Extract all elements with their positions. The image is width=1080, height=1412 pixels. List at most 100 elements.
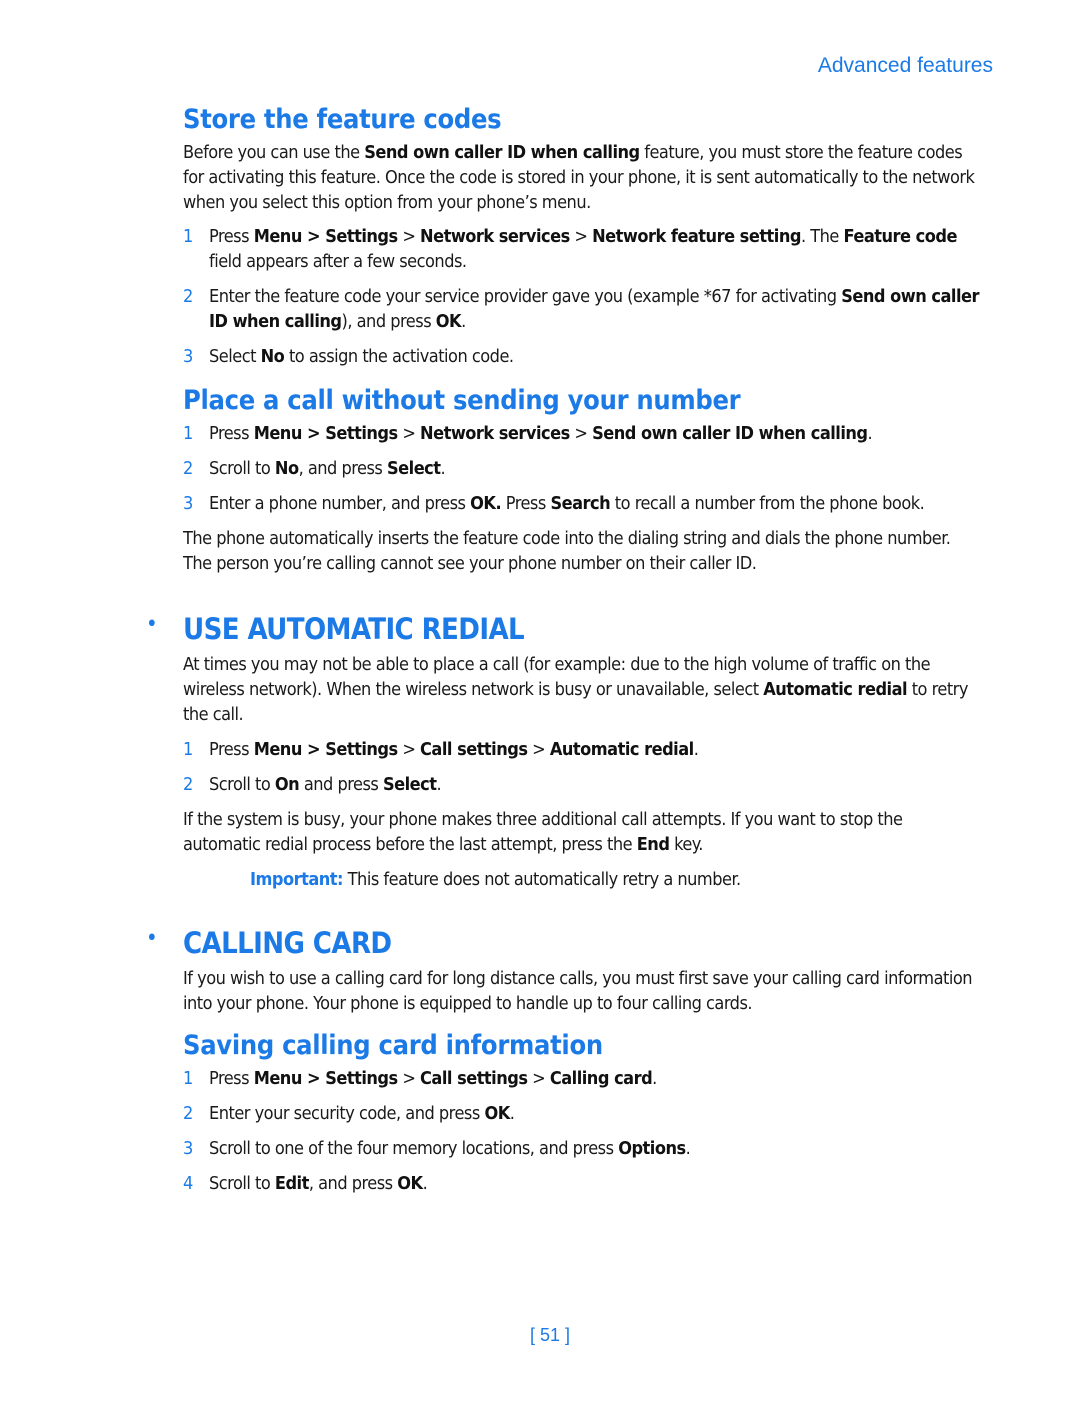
text: Before you can use the bbox=[183, 142, 365, 163]
separator: > bbox=[527, 739, 550, 760]
bullet-icon: • bbox=[146, 612, 158, 637]
menu-term: Search bbox=[550, 493, 611, 514]
text: Enter a phone number, and press bbox=[209, 493, 471, 514]
menu-term: Automatic redial bbox=[549, 739, 694, 760]
section-intro: At times you may not be able to place a … bbox=[183, 652, 983, 727]
text: Scroll to bbox=[209, 774, 275, 795]
section-outro: If the system is busy, your phone makes … bbox=[183, 807, 983, 857]
text: , and press bbox=[298, 458, 387, 479]
bold-term: Automatic redial bbox=[763, 679, 908, 700]
step-number: 3 bbox=[183, 346, 193, 367]
separator: > bbox=[569, 226, 593, 247]
menu-term: OK. bbox=[470, 493, 502, 514]
menu-term: Settings bbox=[325, 226, 398, 247]
text: . bbox=[461, 311, 466, 332]
text: . bbox=[422, 1173, 428, 1194]
menu-term: OK bbox=[484, 1103, 510, 1124]
menu-term: Calling card bbox=[549, 1068, 653, 1089]
menu-term: No bbox=[260, 346, 285, 367]
menu-term: Settings bbox=[325, 739, 398, 760]
text: Enter the feature code your service prov… bbox=[209, 286, 842, 307]
step-number: 1 bbox=[183, 226, 193, 247]
text: . bbox=[509, 1103, 515, 1124]
step-number: 2 bbox=[183, 774, 193, 795]
step-number: 4 bbox=[183, 1173, 193, 1194]
text: to assign the activation code. bbox=[284, 346, 514, 367]
section-intro: Before you can use the Send own caller I… bbox=[183, 140, 983, 215]
step-number: 1 bbox=[183, 739, 193, 760]
bold-term: End bbox=[636, 834, 670, 855]
step-number: 3 bbox=[183, 1138, 193, 1159]
menu-term: OK bbox=[397, 1173, 423, 1194]
important-note: Important: This feature does not automat… bbox=[183, 867, 983, 892]
separator: > bbox=[527, 1068, 550, 1089]
section-title: Place a call without sending your number bbox=[183, 385, 741, 416]
section-title: Store the feature codes bbox=[183, 104, 502, 135]
step-item: 2 Scroll to On and press Select. bbox=[183, 772, 983, 797]
text: . bbox=[440, 458, 446, 479]
step-item: 3 Enter a phone number, and press OK. Pr… bbox=[183, 491, 983, 516]
section-intro: If you wish to use a calling card for lo… bbox=[183, 968, 973, 1014]
menu-term: Options bbox=[618, 1138, 686, 1159]
running-head: Advanced features bbox=[817, 54, 993, 77]
bullet-icon: • bbox=[146, 926, 158, 951]
step-item: 1 Press Menu > Settings > Call settings … bbox=[183, 737, 983, 762]
menu-term: Settings bbox=[325, 423, 398, 444]
separator: > bbox=[301, 739, 326, 760]
menu-term: Select bbox=[382, 774, 437, 795]
menu-term: No bbox=[274, 458, 299, 479]
text: Select bbox=[209, 346, 261, 367]
note-text: This feature does not automatically retr… bbox=[343, 869, 741, 890]
step-item: 2 Enter your security code, and press OK… bbox=[183, 1101, 983, 1126]
text: If the system is busy, your phone makes … bbox=[183, 809, 903, 855]
section-calling-card: • CALLING CARD If you wish to use a call… bbox=[146, 926, 983, 1016]
text: . bbox=[436, 774, 442, 795]
separator: > bbox=[301, 1068, 326, 1089]
separator: > bbox=[301, 226, 326, 247]
step-number: 1 bbox=[183, 1068, 193, 1089]
step-item: 1 Press Menu > Settings > Call settings … bbox=[183, 1066, 983, 1091]
text: field appears after a few seconds. bbox=[209, 251, 467, 272]
text: Scroll to one of the four memory locatio… bbox=[209, 1138, 619, 1159]
section-outro: The phone automatically inserts the feat… bbox=[183, 528, 951, 574]
text: . bbox=[693, 739, 699, 760]
text: Press bbox=[209, 739, 254, 760]
section-store-feature-codes: Store the feature codes Before you can u… bbox=[183, 104, 983, 369]
menu-term: On bbox=[274, 774, 300, 795]
page-number: [ 51 ] bbox=[529, 1325, 571, 1345]
bold-term: Send own caller ID when calling bbox=[364, 142, 640, 163]
step-number: 2 bbox=[183, 1103, 193, 1124]
menu-term: OK bbox=[435, 311, 462, 332]
separator: > bbox=[397, 423, 421, 444]
text: to recall a number from the phone book. bbox=[610, 493, 925, 514]
text: , and press bbox=[308, 1173, 398, 1194]
text: . bbox=[867, 423, 873, 444]
step-item: 2 Enter the feature code your service pr… bbox=[183, 284, 983, 334]
step-item: 1 Press Menu > Settings > Network servic… bbox=[183, 224, 983, 274]
menu-term: Call settings bbox=[420, 1068, 528, 1089]
menu-term: Network feature setting bbox=[592, 226, 801, 247]
menu-term: Call settings bbox=[420, 739, 528, 760]
note-label: Important: bbox=[250, 869, 344, 890]
menu-term: Network services bbox=[420, 226, 570, 247]
step-item: 4 Scroll to Edit, and press OK. bbox=[183, 1171, 983, 1196]
section-place-call: Place a call without sending your number… bbox=[183, 385, 983, 576]
menu-term: Network services bbox=[420, 423, 570, 444]
text: Enter your security code, and press bbox=[209, 1103, 485, 1124]
text: key. bbox=[669, 834, 703, 855]
text: . bbox=[652, 1068, 657, 1089]
separator: > bbox=[397, 739, 421, 760]
step-number: 2 bbox=[183, 458, 193, 479]
text: Scroll to bbox=[209, 458, 275, 479]
step-number: 3 bbox=[183, 493, 193, 514]
step-number: 2 bbox=[183, 286, 193, 307]
menu-term: Settings bbox=[325, 1068, 398, 1089]
step-item: 1 Press Menu > Settings > Network servic… bbox=[183, 421, 983, 446]
text: ), and press bbox=[341, 311, 436, 332]
step-item: 3 Select No to assign the activation cod… bbox=[183, 344, 983, 369]
text: and press bbox=[299, 774, 383, 795]
step-item: 3 Scroll to one of the four memory locat… bbox=[183, 1136, 983, 1161]
menu-term: Select bbox=[387, 458, 441, 479]
separator: > bbox=[397, 1068, 421, 1089]
text: Press bbox=[209, 423, 254, 444]
